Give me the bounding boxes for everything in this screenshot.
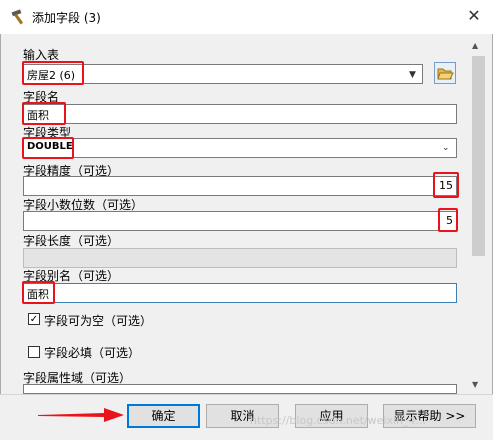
highlight-box	[22, 137, 74, 159]
dropdown-arrow-icon[interactable]: ▼	[409, 70, 416, 80]
field-required-checkbox[interactable]	[28, 346, 40, 358]
browse-button[interactable]	[434, 62, 456, 84]
arrow-right-icon	[38, 408, 124, 422]
highlight-box	[438, 208, 458, 232]
scroll-down-icon[interactable]: ▼	[472, 380, 478, 389]
chevron-down-icon[interactable]: ⌄	[442, 143, 450, 153]
field-required-label: 字段必填（可选）	[44, 346, 141, 360]
highlight-box	[22, 61, 84, 85]
field-length-input[interactable]	[23, 248, 457, 268]
field-nullable-label: 字段可为空（可选）	[44, 314, 153, 328]
hammer-icon	[11, 9, 24, 25]
scroll-up-icon[interactable]: ▲	[472, 41, 478, 50]
field-name-input[interactable]: 面积	[23, 104, 457, 124]
field-scale-input[interactable]: 5	[23, 211, 457, 231]
folder-open-icon	[437, 68, 454, 80]
field-nullable-checkbox[interactable]: ✓	[28, 313, 40, 325]
field-domain-dropdown[interactable]	[23, 384, 457, 394]
field-precision-input[interactable]: 15	[23, 176, 457, 196]
ok-button[interactable]: 确定	[127, 404, 200, 428]
close-button[interactable]: ✕	[462, 5, 486, 27]
window-title: 添加字段 (3)	[32, 11, 101, 25]
highlight-box	[22, 281, 55, 304]
field-length-label: 字段长度（可选）	[23, 234, 120, 248]
field-type-dropdown[interactable]: DOUBLE	[23, 138, 457, 158]
checkmark-icon: ✓	[29, 314, 39, 325]
scrollbar-thumb[interactable]	[472, 56, 485, 256]
highlight-box	[22, 102, 66, 125]
highlight-box	[433, 172, 459, 198]
title-bar: 添加字段 (3) ✕	[0, 0, 493, 34]
watermark-text: https://blog.csdn.net/weixin_4...	[250, 414, 427, 427]
field-alias-input[interactable]: 面积	[23, 283, 457, 303]
